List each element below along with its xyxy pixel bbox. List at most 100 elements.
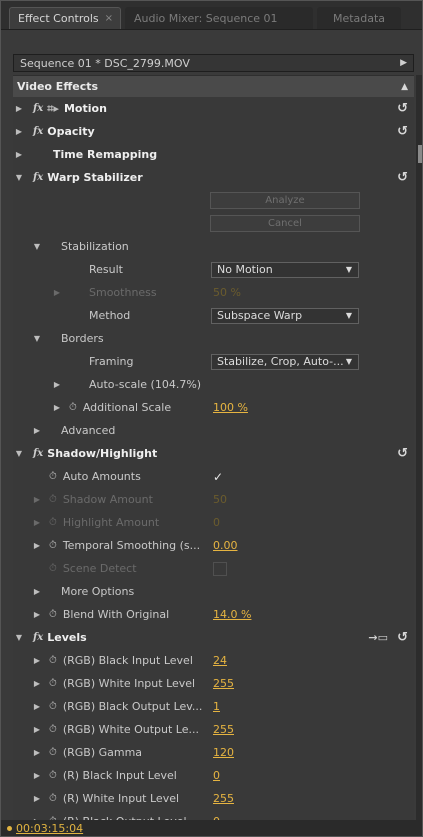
triangle-right-icon[interactable]: ▶ (31, 587, 43, 596)
triangle-right-icon[interactable]: ▶ (13, 127, 25, 136)
stopwatch-icon[interactable]: ⏱ (49, 655, 57, 666)
stopwatch-icon[interactable]: ⏱ (49, 747, 57, 758)
collapse-up-icon[interactable]: ▲ (401, 82, 408, 92)
tab-audio-mixer[interactable]: Audio Mixer: Sequence 01 (125, 7, 313, 29)
chevron-down-icon: ▼ (345, 357, 352, 366)
video-effects-header[interactable]: Video Effects ▲ (13, 75, 414, 97)
param-value[interactable]: 24 (213, 654, 227, 667)
triangle-down-icon[interactable]: ▼ (31, 242, 43, 251)
param-label: Framing (89, 355, 134, 368)
reset-icon[interactable]: ↺ (397, 170, 408, 185)
fx-icon[interactable]: fx (33, 448, 43, 459)
triangle-right-icon[interactable]: ▶ (31, 794, 43, 803)
effect-warp-stabilizer[interactable]: ▼ fx Warp Stabilizer ↺ (13, 166, 414, 189)
param-label: (R) Black Input Level (62, 769, 177, 782)
sequence-selector[interactable]: Sequence 01 * DSC_2799.MOV ▶ (13, 54, 414, 72)
param-label: Blend With Original (62, 608, 170, 621)
param-value[interactable]: 255 (213, 792, 234, 805)
triangle-right-icon[interactable]: ▶ (31, 541, 43, 550)
triangle-right-icon[interactable]: ▶ (31, 518, 43, 527)
triangle-right-icon[interactable]: ▶ (31, 426, 43, 435)
effect-shadow-highlight[interactable]: ▼ fx Shadow/Highlight ↺ (13, 442, 414, 465)
stopwatch-icon[interactable]: ⏱ (49, 609, 57, 620)
cancel-row: Cancel (13, 212, 414, 235)
vertical-scrollbar[interactable] (416, 75, 422, 820)
video-effects-label: Video Effects (17, 80, 99, 93)
reset-icon[interactable]: ↺ (397, 630, 408, 645)
triangle-right-icon[interactable]: ▶ (31, 771, 43, 780)
effect-motion[interactable]: ▶ fx ⌗▸ Motion ↺ (13, 97, 414, 120)
triangle-right-icon[interactable]: ▶ (31, 725, 43, 734)
fx-icon[interactable]: fx (33, 632, 43, 643)
stabilization-group[interactable]: ▼ Stabilization (13, 235, 414, 258)
triangle-down-icon[interactable]: ▼ (13, 633, 25, 642)
stopwatch-icon[interactable]: ⏱ (49, 540, 57, 551)
triangle-right-icon[interactable]: ▶ (31, 656, 43, 665)
triangle-right-icon[interactable]: ▶ (31, 748, 43, 757)
triangle-down-icon[interactable]: ▼ (13, 173, 25, 182)
param-label: Smoothness (89, 286, 157, 299)
triangle-down-icon[interactable]: ▼ (13, 449, 25, 458)
effect-label: Opacity (47, 125, 95, 138)
timecode[interactable]: 00:03:15:04 (16, 822, 83, 835)
fx-icon[interactable]: fx (33, 126, 43, 137)
advanced-group[interactable]: ▶ Advanced (13, 419, 414, 442)
tab-metadata[interactable]: Metadata (317, 7, 401, 29)
result-dropdown[interactable]: No Motion ▼ (211, 261, 359, 278)
param-value[interactable]: 255 (213, 723, 234, 736)
reset-icon[interactable]: ↺ (397, 124, 408, 139)
levels-param-row: ▶ ⏱ (RGB) Gamma 120 (13, 741, 414, 764)
triangle-right-icon[interactable]: ▶ (13, 150, 25, 159)
stopwatch-icon[interactable]: ⏱ (49, 701, 57, 712)
group-label: More Options (61, 585, 135, 598)
param-value[interactable]: 255 (213, 677, 234, 690)
borders-group[interactable]: ▼ Borders (13, 327, 414, 350)
scrollbar-thumb[interactable] (418, 145, 422, 163)
param-label: Result (89, 263, 123, 276)
more-options-row[interactable]: ▶ More Options (13, 580, 414, 603)
param-value[interactable]: 1 (213, 700, 220, 713)
panel-content: Sequence 01 * DSC_2799.MOV ▶ Video Effec… (1, 30, 422, 836)
stopwatch-icon[interactable]: ⏱ (49, 793, 57, 804)
analyze-button[interactable]: Analyze (210, 192, 360, 209)
additional-scale-value[interactable]: 100 % (213, 401, 248, 414)
triangle-right-icon[interactable]: ▶ (31, 495, 43, 504)
triangle-down-icon[interactable]: ▼ (31, 334, 43, 343)
transform-icon[interactable]: ⌗▸ (47, 102, 59, 116)
stopwatch-icon[interactable]: ⏱ (49, 678, 57, 689)
effect-levels[interactable]: ▼ fx Levels →▭ ↺ (13, 626, 414, 649)
stopwatch-icon[interactable]: ⏱ (49, 770, 57, 781)
dropdown-value: No Motion (217, 263, 273, 276)
blend-value[interactable]: 14.0 % (213, 608, 251, 621)
arrow-right-icon[interactable]: ▶ (400, 58, 407, 68)
tab-effect-controls[interactable]: Effect Controls × (9, 7, 121, 29)
stopwatch-icon[interactable]: ⏱ (49, 471, 57, 482)
param-label: Shadow Amount (62, 493, 153, 506)
reset-icon[interactable]: ↺ (397, 101, 408, 116)
triangle-right-icon[interactable]: ▶ (31, 702, 43, 711)
param-value[interactable]: 120 (213, 746, 234, 759)
triangle-right-icon[interactable]: ▶ (51, 380, 63, 389)
triangle-right-icon[interactable]: ▶ (51, 288, 63, 297)
stopwatch-icon[interactable]: ⏱ (69, 402, 77, 413)
settings-icon[interactable]: →▭ (368, 631, 388, 644)
stopwatch-icon[interactable]: ⏱ (49, 724, 57, 735)
cancel-button[interactable]: Cancel (210, 215, 360, 232)
fx-icon[interactable]: fx (33, 103, 43, 114)
framing-dropdown[interactable]: Stabilize, Crop, Auto-... ▼ (211, 353, 359, 370)
close-icon[interactable]: × (105, 13, 113, 24)
param-value[interactable]: 0 (213, 769, 220, 782)
method-dropdown[interactable]: Subspace Warp ▼ (211, 307, 359, 324)
reset-icon[interactable]: ↺ (397, 446, 408, 461)
autoscale-row[interactable]: ▶ Auto-scale (104.7%) (13, 373, 414, 396)
temporal-smoothing-value[interactable]: 0.00 (213, 539, 238, 552)
triangle-right-icon[interactable]: ▶ (31, 679, 43, 688)
triangle-right-icon[interactable]: ▶ (51, 403, 63, 412)
effect-time-remapping[interactable]: ▶ Time Remapping (13, 143, 414, 166)
triangle-right-icon[interactable]: ▶ (31, 610, 43, 619)
triangle-right-icon[interactable]: ▶ (13, 104, 25, 113)
auto-amounts-checkbox[interactable]: ✓ (213, 470, 227, 484)
effect-opacity[interactable]: ▶ fx Opacity ↺ (13, 120, 414, 143)
fx-icon[interactable]: fx (33, 172, 43, 183)
scene-detect-checkbox[interactable] (213, 561, 227, 576)
